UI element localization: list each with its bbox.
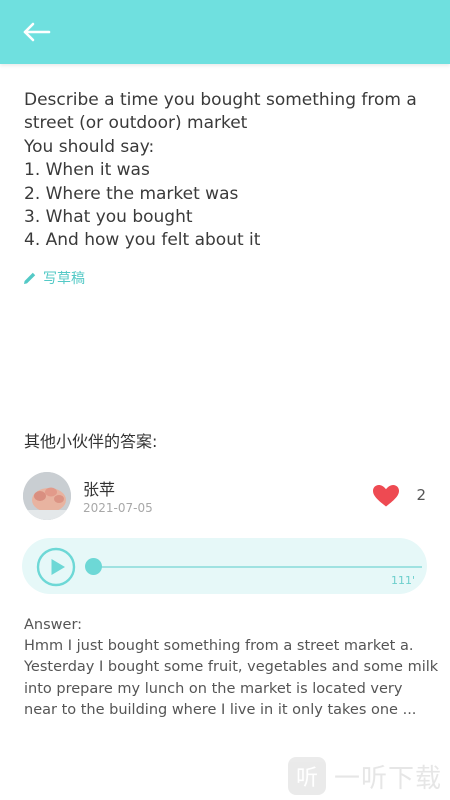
question-line: Describe a time you bought something fro… <box>24 90 417 110</box>
answer-line: Hmm I just bought something from a stree… <box>24 638 414 655</box>
write-draft-label: 写草稿 <box>43 271 85 287</box>
answer-line: into prepare my lunch on the market is l… <box>24 680 403 697</box>
question-line: street (or outdoor) market <box>24 113 248 134</box>
others-answers-title: 其他小伙伴的答案: <box>24 432 158 451</box>
answer-date: 2021-07-05 <box>83 501 153 515</box>
question-text: Describe a time you bought something fro… <box>24 89 424 253</box>
question-line: 2. Where the market was <box>24 183 239 204</box>
avatar-image <box>23 472 71 520</box>
question-line: 4. And how you felt about it <box>24 230 261 251</box>
like-button[interactable] <box>372 484 400 508</box>
watermark: 听 一听下载 <box>288 757 442 795</box>
write-draft-link[interactable]: 写草稿 <box>23 268 85 288</box>
answer-line: Yesterday I bought some fruit, vegetable… <box>24 659 439 676</box>
answer-text: Answer: Hmm I just bought something from… <box>24 615 439 721</box>
arrow-left-icon <box>23 22 51 42</box>
audio-duration: 111' <box>390 574 415 587</box>
audio-progress-thumb[interactable] <box>85 558 102 575</box>
audio-player: 111' <box>22 538 427 594</box>
answer-label: Answer: <box>24 617 83 633</box>
avatar[interactable] <box>23 472 71 520</box>
like-count: 2 <box>416 486 426 504</box>
watermark-logo: 听 <box>288 757 326 795</box>
pencil-icon <box>24 272 36 284</box>
play-button[interactable] <box>36 547 76 587</box>
audio-progress-track[interactable] <box>96 566 422 568</box>
author-name: 张苹 <box>83 480 116 499</box>
question-line: 1. When it was <box>24 160 150 181</box>
answer-author-row: 张苹 2021-07-05 2 <box>23 472 428 522</box>
play-icon <box>36 547 76 587</box>
watermark-text: 一听下载 <box>334 763 443 794</box>
question-line: You should say: <box>24 136 155 157</box>
back-button[interactable] <box>18 16 58 48</box>
question-line: 3. What you bought <box>24 207 193 228</box>
answer-line: near to the building where I live in it … <box>24 701 417 718</box>
top-bar <box>0 0 450 64</box>
heart-icon <box>373 485 399 507</box>
